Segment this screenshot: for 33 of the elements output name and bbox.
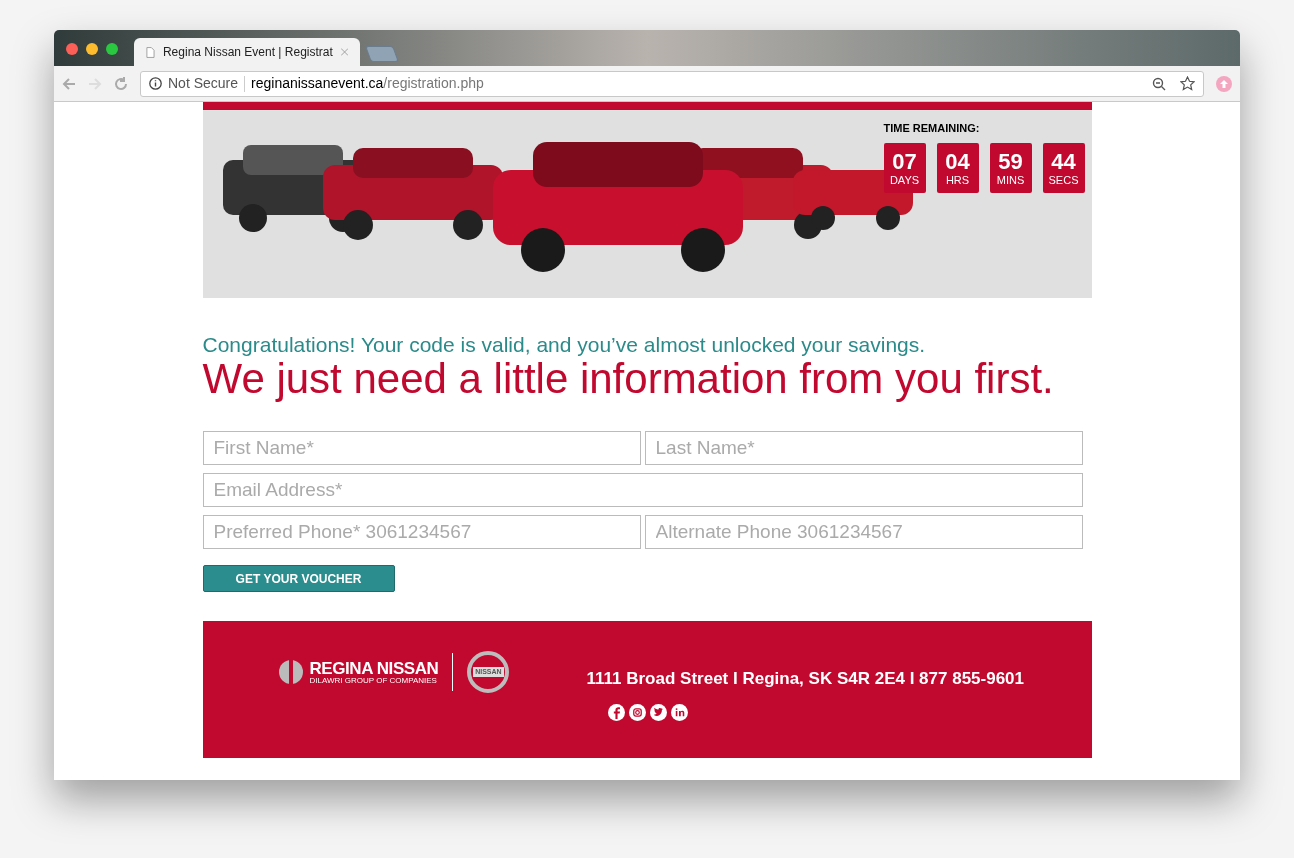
close-window-icon[interactable] xyxy=(66,43,78,55)
tab-title: Regina Nissan Event | Registrat xyxy=(162,44,333,61)
countdown-label: TIME REMAINING: xyxy=(883,121,981,136)
intro-text: Congratulations! Your code is valid, and you’ve almost unlocked your savings. xyxy=(202,332,927,358)
input-field[interactable]: Alternate Phone 3061234567 xyxy=(644,515,1083,549)
twitter-icon[interactable] xyxy=(649,704,667,721)
linkedin-icon[interactable] xyxy=(670,704,688,721)
zoom-out-icon[interactable] xyxy=(1152,76,1166,91)
facebook-icon[interactable] xyxy=(607,704,625,721)
minimize-window-icon[interactable] xyxy=(86,43,98,55)
input-field[interactable]: Last Name* xyxy=(644,431,1083,465)
brand-logo-icon xyxy=(277,659,304,685)
url-text: reginanissanevent.ca/registration.php xyxy=(251,74,484,93)
maximize-window-icon[interactable] xyxy=(106,43,118,55)
info-icon[interactable] xyxy=(149,77,162,90)
heading: We just need a little information from you first. xyxy=(202,356,1055,402)
security-label: Not Secure xyxy=(168,74,239,93)
input-field[interactable]: Preferred Phone* 3061234567 xyxy=(202,515,641,549)
input-field[interactable]: Email Address* xyxy=(202,473,1083,507)
address-text: 1111 Broad Street I Regina, SK S4R 2E4 I 877 855-9601 xyxy=(586,668,1025,690)
browser-tab[interactable]: Regina Nissan Event | Registrat xyxy=(134,38,360,66)
brand-name: REGINA NISSAN xyxy=(309,659,439,677)
submit-button[interactable]: GET YOUR VOUCHER xyxy=(202,565,395,592)
input-field[interactable]: First Name* xyxy=(202,431,641,465)
instagram-icon[interactable] xyxy=(628,704,646,721)
page-icon xyxy=(146,45,155,59)
address-bar[interactable]: Not Secure reginanissanevent.ca/registration.php xyxy=(140,70,1204,97)
countdown-box: 04 HRS xyxy=(936,142,979,193)
countdown-box: 59 MINS xyxy=(989,142,1032,193)
bookmark-star-icon[interactable] xyxy=(1180,76,1195,91)
countdown-box: 07 DAYS xyxy=(883,142,926,193)
brand-tagline: DILAWRI GROUP OF COMPANIES xyxy=(309,676,438,685)
countdown-box: 44 SECS xyxy=(1042,142,1085,193)
